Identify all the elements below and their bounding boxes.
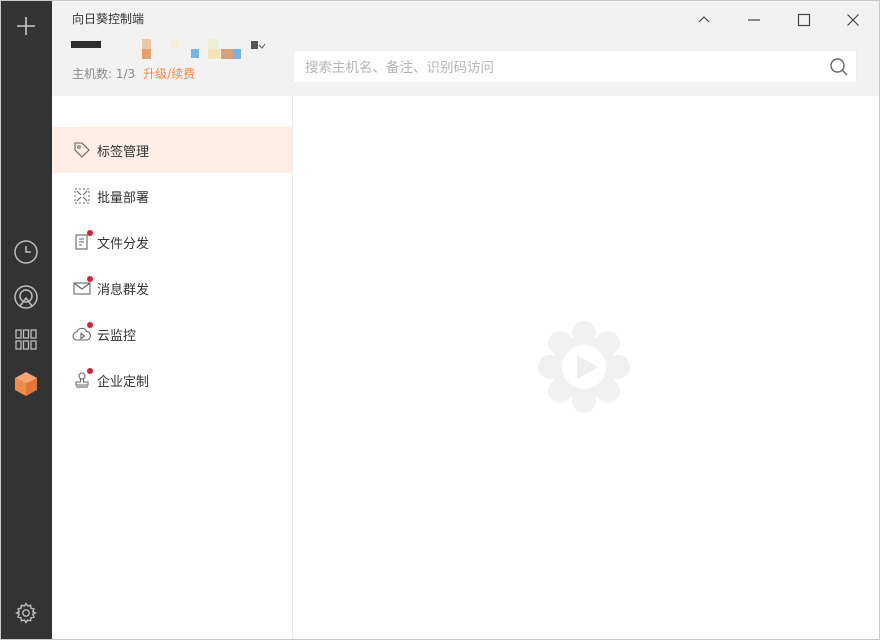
menu-item-file-distribution[interactable]: 文件分发	[52, 219, 292, 265]
menu-item-label: 标签管理	[97, 145, 150, 160]
minimize-button[interactable]	[741, 7, 767, 33]
cube-icon[interactable]	[13, 371, 39, 397]
menu-item-label: 企业定制	[97, 375, 150, 390]
sunflower-logo-watermark	[538, 321, 630, 417]
header: 向日葵控制端 主机数: 1/3 升级/续费 搜索主机名、备注、识别码访问	[52, 1, 879, 96]
apps-grid-icon[interactable]	[13, 327, 39, 353]
menu-item-label: 消息群发	[97, 283, 150, 298]
menu-item-batch-deploy[interactable]: 批量部署	[52, 173, 292, 219]
new-badge-dot	[87, 322, 93, 328]
plus-icon[interactable]	[13, 13, 39, 39]
menu-item-enterprise-custom[interactable]: 企业定制	[52, 357, 292, 403]
clock-icon[interactable]	[13, 239, 39, 265]
chevron-up-icon	[698, 16, 710, 23]
new-badge-dot	[87, 368, 93, 374]
close-button[interactable]	[840, 7, 866, 33]
new-badge-dot	[87, 230, 93, 236]
menu-item-label: 云监控	[97, 329, 137, 344]
upgrade-renew-link[interactable]: 升级/续费	[143, 67, 195, 81]
batch-deploy-icon	[72, 186, 92, 206]
menu-item-mass-message[interactable]: 消息群发	[52, 265, 292, 311]
host-count: 主机数: 1/3 升级/续费	[72, 65, 195, 82]
account-name-redacted[interactable]	[71, 37, 271, 63]
maximize-icon	[797, 13, 811, 27]
menu-item-label: 批量部署	[97, 191, 150, 206]
menu-item-label: 文件分发	[97, 237, 150, 252]
left-nav-rail	[1, 1, 52, 639]
collapse-button[interactable]	[691, 7, 717, 33]
menu-item-cloud-monitor[interactable]: 云监控	[52, 311, 292, 357]
feature-menu: 标签管理 批量部署 文件分发 消息群发 云监控 企业定制	[52, 96, 293, 639]
tag-icon	[72, 140, 92, 160]
host-count-label: 主机数: 1/3	[72, 67, 136, 81]
minimize-icon	[748, 19, 760, 21]
new-badge-dot	[87, 276, 93, 282]
app-window: 向日葵控制端 主机数: 1/3 升级/续费 搜索主机名、备注、识别码访问 标签管…	[0, 0, 880, 640]
gear-icon[interactable]	[13, 600, 39, 626]
search-input[interactable]	[303, 57, 817, 79]
remote-desktop-icon[interactable]	[13, 284, 39, 310]
menu-item-tag-management[interactable]: 标签管理	[52, 127, 292, 173]
close-icon	[847, 14, 859, 26]
search-icon[interactable]	[829, 57, 849, 81]
app-title: 向日葵控制端	[72, 12, 145, 26]
search-box[interactable]	[293, 50, 857, 83]
main-content-area	[293, 96, 879, 639]
maximize-button[interactable]	[791, 7, 817, 33]
